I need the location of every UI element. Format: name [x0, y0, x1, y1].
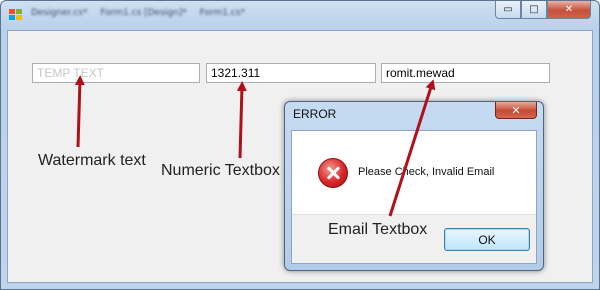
dialog-message: Please Check, Invalid Email — [358, 166, 495, 178]
error-icon — [318, 158, 348, 188]
email-annotation: Email Textbox — [328, 221, 428, 238]
dialog-body: Please Check, Invalid Email OK — [291, 130, 537, 264]
minimize-icon[interactable]: ▭ — [495, 1, 521, 19]
dialog-close-button[interactable]: ✕ — [495, 102, 537, 119]
numeric-annotation: Numeric Textbox — [161, 162, 280, 179]
error-dialog: ERROR ✕ Please Check, Invalid Email OK — [284, 101, 544, 271]
maximize-icon[interactable]: □ — [521, 1, 547, 19]
title-bar[interactable]: Designer.cs* Form1.cs [Design]* Form1.cs… — [1, 1, 599, 29]
watermark-textbox[interactable]: TEMP TEXT — [32, 63, 200, 83]
email-textbox[interactable]: romit.mewad — [381, 63, 550, 83]
caption-buttons: ▭ □ ✕ — [495, 1, 591, 19]
window-title: Designer.cs* Form1.cs [Design]* Form1.cs… — [31, 8, 245, 18]
dialog-title: ERROR — [293, 107, 337, 121]
ok-button[interactable]: OK — [444, 228, 530, 251]
watermark-annotation: Watermark text — [38, 152, 146, 169]
numeric-textbox[interactable]: 1321.311 — [206, 63, 376, 83]
app-icon — [9, 9, 23, 21]
close-icon[interactable]: ✕ — [547, 1, 591, 19]
